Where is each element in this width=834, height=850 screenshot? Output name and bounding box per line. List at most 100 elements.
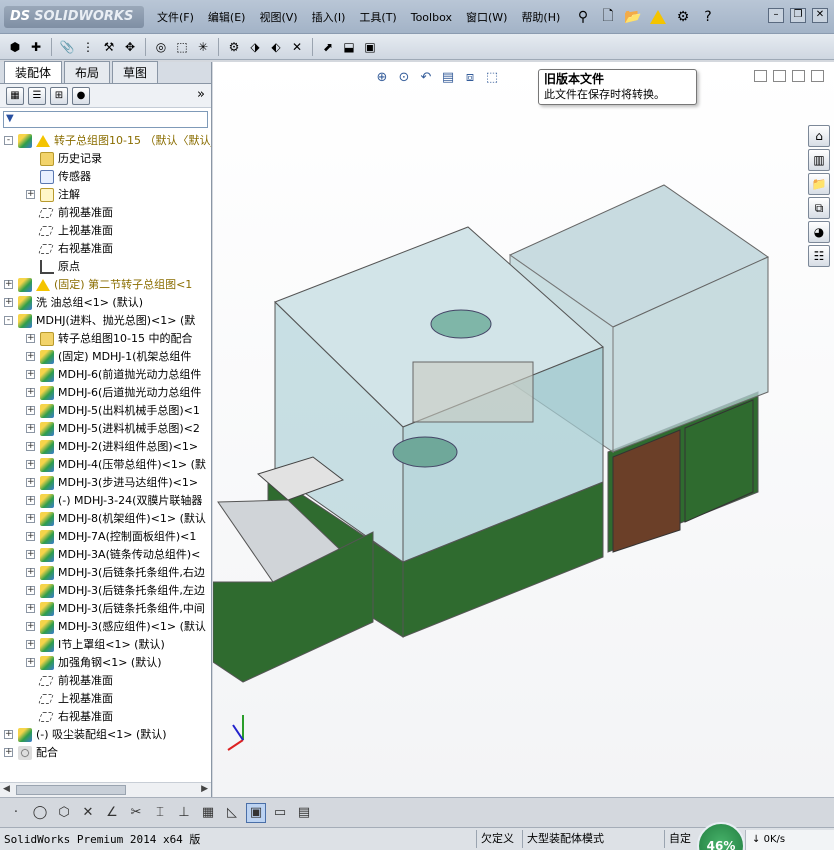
tree-item[interactable]: + MDHJ-2(进料组件总图)<1> xyxy=(0,438,211,456)
expand-icon[interactable]: + xyxy=(26,370,35,379)
mate-icon[interactable]: 📎 xyxy=(58,38,76,56)
expand-icon[interactable]: + xyxy=(26,568,35,577)
expand-icon[interactable]: + xyxy=(4,280,13,289)
expand-icon[interactable]: + xyxy=(26,424,35,433)
large-assembly-mode-status[interactable]: 大型装配体模式 xyxy=(522,830,608,848)
expand-icon[interactable]: + xyxy=(26,478,35,487)
tree-item[interactable]: + MDHJ-7A(控制面板组件)<1 xyxy=(0,528,211,546)
tree-filter-input[interactable]: ▼ xyxy=(3,111,208,128)
interference-icon[interactable]: ✕ xyxy=(288,38,306,56)
scroll-thumb[interactable] xyxy=(16,785,126,795)
collapse-icon[interactable]: - xyxy=(4,316,13,325)
tree-item[interactable]: + MDHJ-3A(链条传动总组件)< xyxy=(0,546,211,564)
rebuild-warning-icon[interactable] xyxy=(647,6,669,28)
grid-icon[interactable]: ▦ xyxy=(198,803,218,823)
tree-item[interactable]: + MDHJ-3(感应组件)<1> (默认 xyxy=(0,618,211,636)
collapse-icon[interactable]: - xyxy=(4,136,13,145)
tree-item[interactable]: + MDHJ-8(机架组件)<1> (默认 xyxy=(0,510,211,528)
shaded-view-icon[interactable]: ▣ xyxy=(246,802,266,823)
tree-item[interactable]: - 转子总组图10-15 （默认〈默认_ xyxy=(0,132,211,150)
dimension-icon[interactable]: ⌶ xyxy=(150,803,170,823)
expand-icon[interactable]: + xyxy=(26,586,35,595)
exploded-view-icon[interactable]: ⬗ xyxy=(246,38,264,56)
expand-icon[interactable]: + xyxy=(26,604,35,613)
tree-item[interactable]: 上视基准面 xyxy=(0,222,211,240)
trim-icon[interactable]: ✂ xyxy=(126,803,146,823)
expand-icon[interactable]: + xyxy=(26,388,35,397)
menu-item[interactable]: 插入(I) xyxy=(305,9,353,27)
polygon-icon[interactable]: ⬡ xyxy=(54,803,74,823)
relation-icon[interactable]: ⊥ xyxy=(174,803,194,823)
minimize-button[interactable]: – xyxy=(768,8,784,23)
more-tabs-icon[interactable]: » xyxy=(197,87,205,102)
tree-item[interactable]: + MDHJ-4(压带总组件)<1> (默 xyxy=(0,456,211,474)
tree-item[interactable]: 原点 xyxy=(0,258,211,276)
expand-icon[interactable]: + xyxy=(26,640,35,649)
expand-icon[interactable]: + xyxy=(26,658,35,667)
tree-item[interactable]: + MDHJ-3(步进马达组件)<1> xyxy=(0,474,211,492)
expand-icon[interactable]: + xyxy=(26,442,35,451)
open-folder-icon[interactable]: 📂 xyxy=(622,6,644,28)
menu-item[interactable]: 编辑(E) xyxy=(201,9,253,27)
expand-icon[interactable]: + xyxy=(26,352,35,361)
menu-item[interactable]: Toolbox xyxy=(404,9,459,27)
angle-icon[interactable]: ∠ xyxy=(102,803,122,823)
command-tab[interactable]: 装配体 xyxy=(4,61,63,83)
options-icon[interactable]: ⚙ xyxy=(672,6,694,28)
expand-icon[interactable]: + xyxy=(26,622,35,631)
tree-item[interactable]: + 加强角钢<1> (默认) xyxy=(0,654,211,672)
tree-item[interactable]: 右视基准面 xyxy=(0,708,211,726)
expand-icon[interactable]: + xyxy=(26,514,35,523)
tree-item[interactable]: + 注解 xyxy=(0,186,211,204)
menu-item[interactable]: 窗口(W) xyxy=(459,9,514,27)
tree-item[interactable]: + MDHJ-5(进料机械手总图)<2 xyxy=(0,420,211,438)
tree-item[interactable]: 历史记录 xyxy=(0,150,211,168)
command-tab[interactable]: 草图 xyxy=(112,61,159,83)
snapshot-icon[interactable]: ▣ xyxy=(361,38,379,56)
custom-status[interactable]: 自定 xyxy=(664,830,695,848)
point-icon[interactable]: · xyxy=(6,803,26,823)
tree-item[interactable]: 传感器 xyxy=(0,168,211,186)
new-document-icon[interactable]: 🗋 xyxy=(597,6,619,28)
tree-item[interactable]: 上视基准面 xyxy=(0,690,211,708)
circle-icon[interactable]: ◯ xyxy=(30,803,50,823)
insert-component-icon[interactable]: ⬢ xyxy=(6,38,24,56)
help-icon[interactable]: ? xyxy=(697,6,719,28)
reference-geometry-icon[interactable]: ✳ xyxy=(194,38,212,56)
hidden-lines-icon[interactable]: ▭ xyxy=(270,803,290,823)
tree-item[interactable]: + (-) 吸尘装配组<1> (默认) xyxy=(0,726,211,744)
machine-3d-model[interactable] xyxy=(213,62,834,797)
tree-item[interactable]: 右视基准面 xyxy=(0,240,211,258)
tree-item[interactable]: + 洗 油总组<1> (默认) xyxy=(0,294,211,312)
expand-icon[interactable]: + xyxy=(4,730,13,739)
appearance-manager-icon[interactable]: ● xyxy=(72,86,90,105)
cross-icon[interactable]: ✕ xyxy=(78,803,98,823)
tree-item[interactable]: + 配合 xyxy=(0,744,211,762)
menu-item[interactable]: 视图(V) xyxy=(252,9,304,27)
tree-horizontal-scrollbar[interactable]: ◀ ▶ xyxy=(0,782,211,797)
triangle-icon[interactable]: ◺ xyxy=(222,803,242,823)
featuremanager-tree-icon[interactable]: ▦ xyxy=(6,86,24,105)
solidworks-logo[interactable]: DS SOLIDWORKS xyxy=(4,6,144,28)
expand-icon[interactable]: + xyxy=(26,406,35,415)
smart-fasteners-icon[interactable]: ⚒ xyxy=(100,38,118,56)
graphics-area[interactable]: ⊕ ⊙ ↶ ▤ ⧈ ⬚ 旧版本文件 此文件在保存时将转换。 ⌂ ▥ 📁 ⧉ ◕ … xyxy=(213,62,834,797)
expand-icon[interactable]: + xyxy=(26,550,35,559)
scroll-right-icon[interactable]: ▶ xyxy=(201,784,208,794)
configurationmanager-icon[interactable]: ⊞ xyxy=(50,86,68,105)
restore-button[interactable]: ❐ xyxy=(790,8,806,23)
tree-item[interactable]: + MDHJ-6(前道抛光动力总组件 xyxy=(0,366,211,384)
tree-item[interactable]: 前视基准面 xyxy=(0,672,211,690)
menu-item[interactable]: 文件(F) xyxy=(150,9,201,27)
menu-item[interactable]: 帮助(H) xyxy=(514,9,567,27)
assembly-features-icon[interactable]: ⬚ xyxy=(173,38,191,56)
tree-item[interactable]: + MDHJ-3(后链条托条组件,中间 xyxy=(0,600,211,618)
linear-pattern-icon[interactable]: ⋮ xyxy=(79,38,97,56)
tree-item[interactable]: + (固定) MDHJ-1(机架总组件 xyxy=(0,348,211,366)
tree-item[interactable]: + (-) MDHJ-3-24(双膜片联轴器 xyxy=(0,492,211,510)
tree-item[interactable]: + MDHJ-5(出料机械手总图)<1 xyxy=(0,402,211,420)
tree-item[interactable]: + MDHJ-3(后链条托条组件,左边 xyxy=(0,582,211,600)
tree-item[interactable]: + (固定) 第二节转子总组图<1 xyxy=(0,276,211,294)
explode-line-icon[interactable]: ⬖ xyxy=(267,38,285,56)
new-part-icon[interactable]: ✚ xyxy=(27,38,45,56)
